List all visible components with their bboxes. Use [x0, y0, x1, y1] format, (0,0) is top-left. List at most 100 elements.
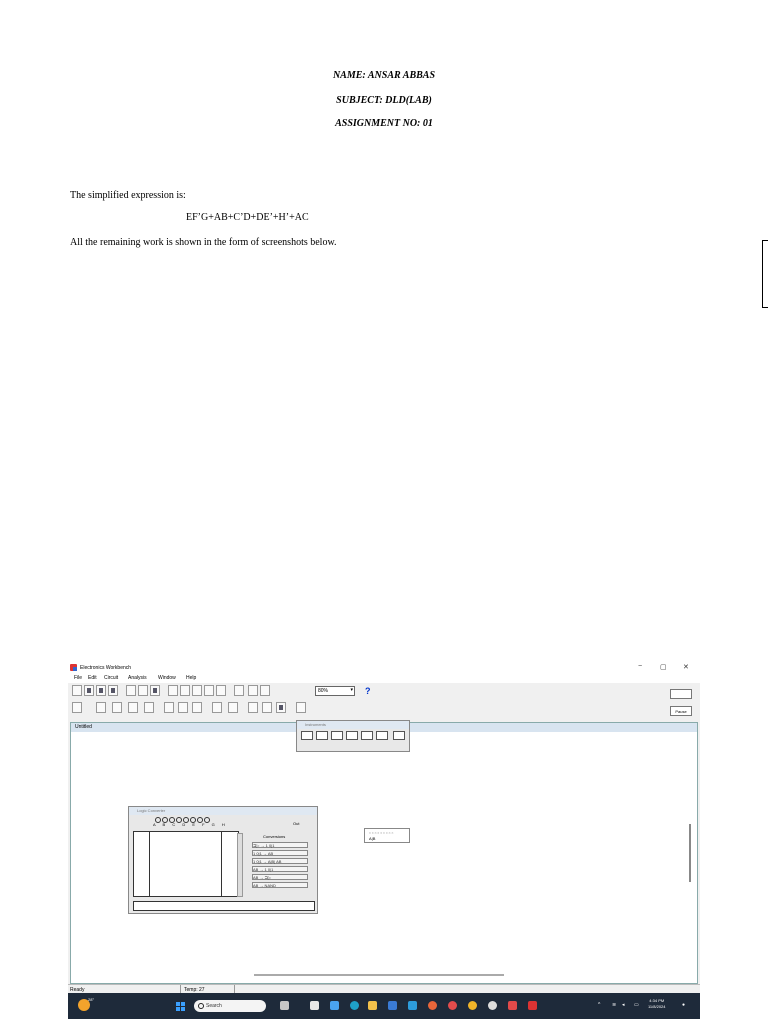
indicators-bin-icon[interactable]	[248, 702, 258, 713]
workbench-taskbar-icon[interactable]	[528, 1001, 537, 1010]
logic-analyzer-icon[interactable]	[376, 731, 388, 740]
digital-bin-icon[interactable]	[228, 702, 238, 713]
menu-edit[interactable]: Edit	[88, 675, 97, 681]
analog-ics-bin-icon[interactable]	[164, 702, 174, 713]
flip-horizontal-icon[interactable]	[180, 685, 190, 696]
subject-line: SUBJECT: DLD(LAB)	[336, 95, 432, 106]
controls-bin-icon[interactable]	[262, 702, 272, 713]
task-view-icon[interactable]	[310, 1001, 319, 1010]
taskbar-search[interactable]: Search	[194, 1000, 266, 1012]
zoom-in-icon[interactable]	[260, 685, 270, 696]
minimize-button[interactable]: −	[638, 663, 642, 670]
basic-bin-icon[interactable]	[112, 702, 122, 713]
conversion-table-to-expression-button[interactable]: 1 0|1 → AB	[252, 850, 308, 856]
clock-date: 11/8/2024	[648, 1004, 666, 1009]
oscilloscope-icon[interactable]	[331, 731, 343, 740]
assignment-line: ASSIGNMENT NO: 01	[335, 118, 433, 129]
zoom-value: 80%	[318, 688, 329, 694]
toolbar-parts	[68, 700, 700, 716]
search-placeholder: Search	[206, 1003, 222, 1009]
media-app-icon[interactable]	[448, 1001, 457, 1010]
menu-circuit[interactable]: Circuit	[104, 675, 118, 681]
mixed-ics-bin-icon[interactable]	[178, 702, 188, 713]
logic-converter-title: Logic Converter	[129, 807, 317, 815]
input-letters: A B C D E F G H	[153, 822, 228, 827]
cut-icon[interactable]	[126, 685, 136, 696]
battery-icon[interactable]: ▭	[634, 1002, 639, 1008]
intro-text: The simplified expression is:	[70, 190, 186, 201]
graph-icon[interactable]	[234, 685, 244, 696]
help-button[interactable]: ?	[365, 686, 371, 696]
horizontal-scrollbar[interactable]	[254, 974, 504, 976]
vertical-scrollbar[interactable]	[689, 824, 691, 882]
instruments-bin-icon[interactable]	[296, 702, 306, 713]
miscellaneous-bin-icon[interactable]	[276, 702, 286, 713]
menu-window[interactable]: Window	[158, 675, 176, 681]
multimeter-icon[interactable]	[301, 731, 313, 740]
out-label: Out	[293, 821, 300, 826]
toolbar-main	[68, 683, 700, 699]
zoom-select[interactable]: 80% ▾	[315, 686, 355, 696]
notification-bell-icon[interactable]: ●	[682, 1002, 685, 1008]
paste-icon[interactable]	[150, 685, 160, 696]
component-properties-icon[interactable]	[204, 685, 214, 696]
menu-help[interactable]: Help	[186, 675, 196, 681]
edge-icon[interactable]	[350, 1001, 359, 1010]
store-icon[interactable]	[388, 1001, 397, 1010]
diodes-bin-icon[interactable]	[128, 702, 138, 713]
logic-converter-component[interactable]: ○○○○○○○○○ A|B	[364, 828, 410, 843]
chevron-down-icon: ▾	[350, 687, 353, 693]
maximize-button[interactable]: ▢	[660, 663, 667, 671]
player-icon[interactable]	[488, 1001, 497, 1010]
create-subcircuit-icon[interactable]	[216, 685, 226, 696]
expression-input[interactable]	[133, 901, 315, 911]
menu-file[interactable]: File	[74, 675, 82, 681]
bode-plotter-icon[interactable]	[346, 731, 358, 740]
print-icon[interactable]	[108, 685, 118, 696]
save-icon[interactable]	[96, 685, 106, 696]
truth-table-scrollbar[interactable]	[237, 833, 243, 897]
conversion-expression-to-nand-button[interactable]: AB → NAND	[252, 882, 308, 888]
component-label: A|B	[369, 836, 376, 841]
rotate-icon[interactable]	[168, 685, 178, 696]
app-title: Electronics Workbench	[80, 665, 132, 671]
logic-gates-bin-icon[interactable]	[212, 702, 222, 713]
digital-ics-bin-icon[interactable]	[192, 702, 202, 713]
word-generator-icon[interactable]	[361, 731, 373, 740]
game-app-icon[interactable]	[280, 1001, 289, 1010]
sources-bin-icon[interactable]	[96, 702, 106, 713]
logic-converter-icon[interactable]	[393, 731, 405, 740]
open-folder-icon[interactable]	[84, 685, 94, 696]
copy-icon[interactable]	[138, 685, 148, 696]
zoom-out-icon[interactable]	[248, 685, 258, 696]
margin-box	[762, 240, 768, 308]
function-generator-icon[interactable]	[316, 731, 328, 740]
firefox-icon[interactable]	[428, 1001, 437, 1010]
new-file-icon[interactable]	[72, 685, 82, 696]
close-button[interactable]: ✕	[683, 663, 689, 671]
chrome-icon[interactable]	[468, 1001, 477, 1010]
flip-vertical-icon[interactable]	[192, 685, 202, 696]
chevron-up-icon[interactable]: ^	[598, 1002, 600, 1008]
speaker-icon[interactable]: ◂	[622, 1002, 625, 1008]
search-icon	[198, 1003, 204, 1009]
pdf-reader-icon[interactable]	[508, 1001, 517, 1010]
windows-start-icon[interactable]	[176, 1002, 185, 1011]
power-switch[interactable]	[670, 689, 692, 699]
menu-analysis[interactable]: Analysis	[128, 675, 147, 681]
conversion-expression-to-circuit-button[interactable]: AB → ⊐▷	[252, 874, 308, 880]
transistors-bin-icon[interactable]	[144, 702, 154, 713]
weather-temp: 28°	[88, 997, 95, 1002]
conversion-circuit-to-table-button[interactable]: ⊐▷ → 1 0|1	[252, 842, 308, 848]
instruments-panel: Instruments	[296, 720, 410, 752]
instruments-title: Instruments	[297, 721, 409, 729]
wifi-icon[interactable]: ≋	[612, 1002, 616, 1008]
pause-button[interactable]: Pause	[670, 706, 692, 716]
conversion-expression-to-table-button[interactable]: AB → 1 0|1	[252, 866, 308, 872]
file-explorer-icon[interactable]	[368, 1001, 377, 1010]
teams-icon[interactable]	[330, 1001, 339, 1010]
conversion-table-to-simplified-button[interactable]: 1 0|1 → A|B| AB	[252, 858, 308, 864]
favorites-bin-icon[interactable]	[72, 702, 82, 713]
mail-icon[interactable]	[408, 1001, 417, 1010]
clock[interactable]: 4:34 PM 11/8/2024	[648, 998, 666, 1010]
